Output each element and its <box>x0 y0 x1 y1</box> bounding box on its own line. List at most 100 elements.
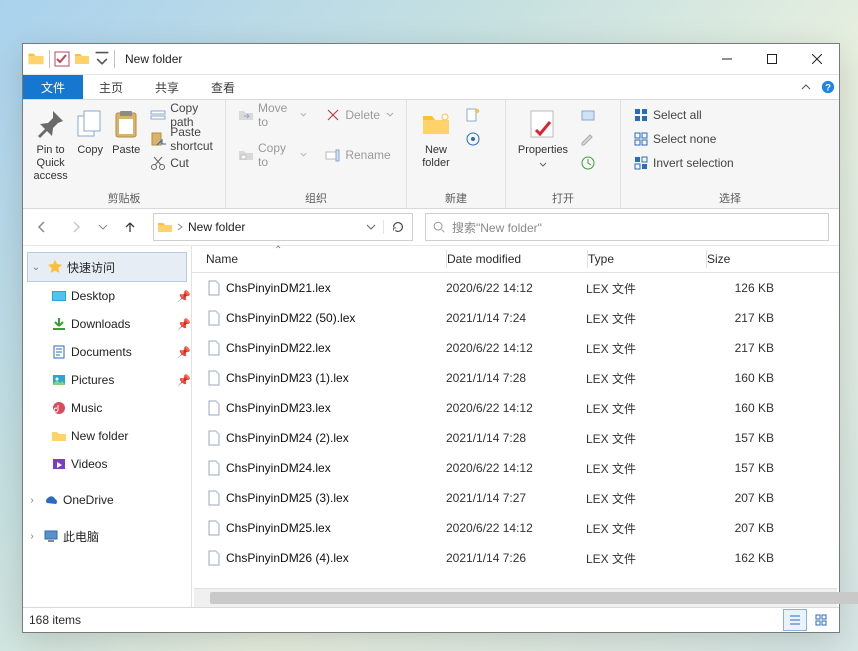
new-item-button[interactable] <box>461 104 485 126</box>
new-folder-button[interactable]: New folder <box>415 104 457 170</box>
copy-to-button[interactable]: Copy to <box>234 144 311 166</box>
file-row[interactable]: ChsPinyinDM26 (4).lex2021/1/14 7:26LEX 文… <box>192 543 839 573</box>
tree-quick-access[interactable]: ⌄ 快速访问 <box>27 252 187 282</box>
edit-icon <box>580 131 596 147</box>
group-open-label: 打开 <box>514 191 612 208</box>
back-button[interactable] <box>27 213 57 241</box>
open-button[interactable] <box>576 104 600 126</box>
pin-icon <box>35 108 67 140</box>
collapse-ribbon-button[interactable] <box>795 75 817 99</box>
copy-path-button[interactable]: Copy path <box>146 104 217 126</box>
file-icon <box>206 310 222 326</box>
paste-label: Paste <box>112 144 140 157</box>
address-dropdown[interactable] <box>359 222 383 232</box>
group-organize: Move to Copy to Delete Rename 组织 <box>226 100 407 208</box>
content-area: ⌄ 快速访问 Desktop📌 Downloads📌 Documents📌 Pi… <box>23 246 839 607</box>
column-name[interactable]: Name <box>206 252 446 266</box>
column-date[interactable]: Date modified <box>447 252 587 266</box>
scrollbar-thumb[interactable] <box>210 592 858 604</box>
file-type: LEX 文件 <box>586 520 704 537</box>
tree-new-folder[interactable]: New folder <box>23 422 191 450</box>
rename-button[interactable]: Rename <box>321 144 398 166</box>
easy-access-button[interactable] <box>461 128 485 150</box>
file-name: ChsPinyinDM22.lex <box>226 341 331 355</box>
address-text: New folder <box>184 220 359 234</box>
tree-music[interactable]: Music <box>23 394 191 422</box>
pin-icon: 📌 <box>177 318 191 331</box>
tab-file[interactable]: 文件 <box>23 75 83 99</box>
file-row[interactable]: ChsPinyinDM23.lex2020/6/22 14:12LEX 文件16… <box>192 393 839 423</box>
up-button[interactable] <box>115 213 145 241</box>
file-size: 160 KB <box>704 401 774 415</box>
move-to-icon <box>238 107 254 123</box>
paste-button[interactable]: Paste <box>110 104 142 157</box>
file-rows[interactable]: ChsPinyinDM21.lex2020/6/22 14:12LEX 文件12… <box>192 273 839 588</box>
select-all-button[interactable]: Select all <box>629 104 738 126</box>
horizontal-scrollbar[interactable] <box>194 588 837 607</box>
file-row[interactable]: ChsPinyinDM25 (3).lex2021/1/14 7:27LEX 文… <box>192 483 839 513</box>
file-row[interactable]: ChsPinyinDM23 (1).lex2021/1/14 7:28LEX 文… <box>192 363 839 393</box>
recent-locations-button[interactable] <box>95 213 111 241</box>
tree-onedrive[interactable]: ›OneDrive <box>23 486 191 514</box>
pin-label: Pin to Quick access <box>31 144 70 184</box>
maximize-button[interactable] <box>749 45 794 73</box>
details-view-button[interactable] <box>783 609 807 631</box>
file-type: LEX 文件 <box>586 460 704 477</box>
move-to-button[interactable]: Move to <box>234 104 311 126</box>
file-row[interactable]: ChsPinyinDM21.lex2020/6/22 14:12LEX 文件12… <box>192 273 839 303</box>
cut-button[interactable]: Cut <box>146 152 217 174</box>
tree-this-pc[interactable]: ›此电脑 <box>23 522 191 550</box>
new-folder-label: New folder <box>415 144 457 170</box>
properties-icon <box>527 108 559 140</box>
tree-downloads[interactable]: Downloads📌 <box>23 310 191 338</box>
search-box[interactable]: 搜索"New folder" <box>425 213 829 241</box>
file-type: LEX 文件 <box>586 340 704 357</box>
tree-pictures[interactable]: Pictures📌 <box>23 366 191 394</box>
refresh-button[interactable] <box>383 220 412 234</box>
delete-button[interactable]: Delete <box>321 104 398 126</box>
file-icon <box>206 400 222 416</box>
file-row[interactable]: ChsPinyinDM22.lex2020/6/22 14:12LEX 文件21… <box>192 333 839 363</box>
file-size: 217 KB <box>704 311 774 325</box>
file-row[interactable]: ChsPinyinDM24 (2).lex2021/1/14 7:28LEX 文… <box>192 423 839 453</box>
column-size[interactable]: Size <box>707 252 777 266</box>
tab-view[interactable]: 查看 <box>195 75 251 99</box>
forward-button[interactable] <box>61 213 91 241</box>
navigation-pane[interactable]: ⌄ 快速访问 Desktop📌 Downloads📌 Documents📌 Pi… <box>23 246 192 607</box>
history-button[interactable] <box>576 152 600 174</box>
search-icon <box>432 220 446 234</box>
tab-share[interactable]: 共享 <box>139 75 195 99</box>
close-button[interactable] <box>794 45 839 73</box>
file-row[interactable]: ChsPinyinDM24.lex2020/6/22 14:12LEX 文件15… <box>192 453 839 483</box>
minimize-button[interactable] <box>704 45 749 73</box>
tab-home[interactable]: 主页 <box>83 75 139 99</box>
qat-folder-icon[interactable] <box>74 51 90 67</box>
help-button[interactable]: ? <box>817 75 839 99</box>
tree-documents[interactable]: Documents📌 <box>23 338 191 366</box>
address-bar[interactable]: New folder <box>153 213 413 241</box>
tree-videos[interactable]: Videos <box>23 450 191 478</box>
copy-button[interactable]: Copy <box>74 104 106 157</box>
column-type[interactable]: Type <box>588 252 706 266</box>
tree-desktop[interactable]: Desktop📌 <box>23 282 191 310</box>
file-icon <box>206 550 222 566</box>
edit-button[interactable] <box>576 128 600 150</box>
group-open: Properties 打开 <box>506 100 621 208</box>
file-row[interactable]: ChsPinyinDM25.lex2020/6/22 14:12LEX 文件20… <box>192 513 839 543</box>
qat-checkbox-icon[interactable] <box>54 51 70 67</box>
select-none-button[interactable]: Select none <box>629 128 738 150</box>
status-bar: 168 items <box>23 607 839 632</box>
file-type: LEX 文件 <box>586 400 704 417</box>
pin-to-quick-access-button[interactable]: Pin to Quick access <box>31 104 70 184</box>
properties-button[interactable]: Properties <box>514 104 572 169</box>
file-row[interactable]: ChsPinyinDM22 (50).lex2021/1/14 7:24LEX … <box>192 303 839 333</box>
paste-shortcut-button[interactable]: Paste shortcut <box>146 128 217 150</box>
file-date: 2021/1/14 7:28 <box>446 431 586 445</box>
onedrive-icon <box>43 492 59 508</box>
thumbnails-view-button[interactable] <box>809 609 833 631</box>
copy-icon <box>74 108 106 140</box>
file-name: ChsPinyinDM24.lex <box>226 461 331 475</box>
qat-dropdown-icon[interactable] <box>94 51 110 67</box>
invert-selection-button[interactable]: Invert selection <box>629 152 738 174</box>
file-name: ChsPinyinDM25.lex <box>226 521 331 535</box>
